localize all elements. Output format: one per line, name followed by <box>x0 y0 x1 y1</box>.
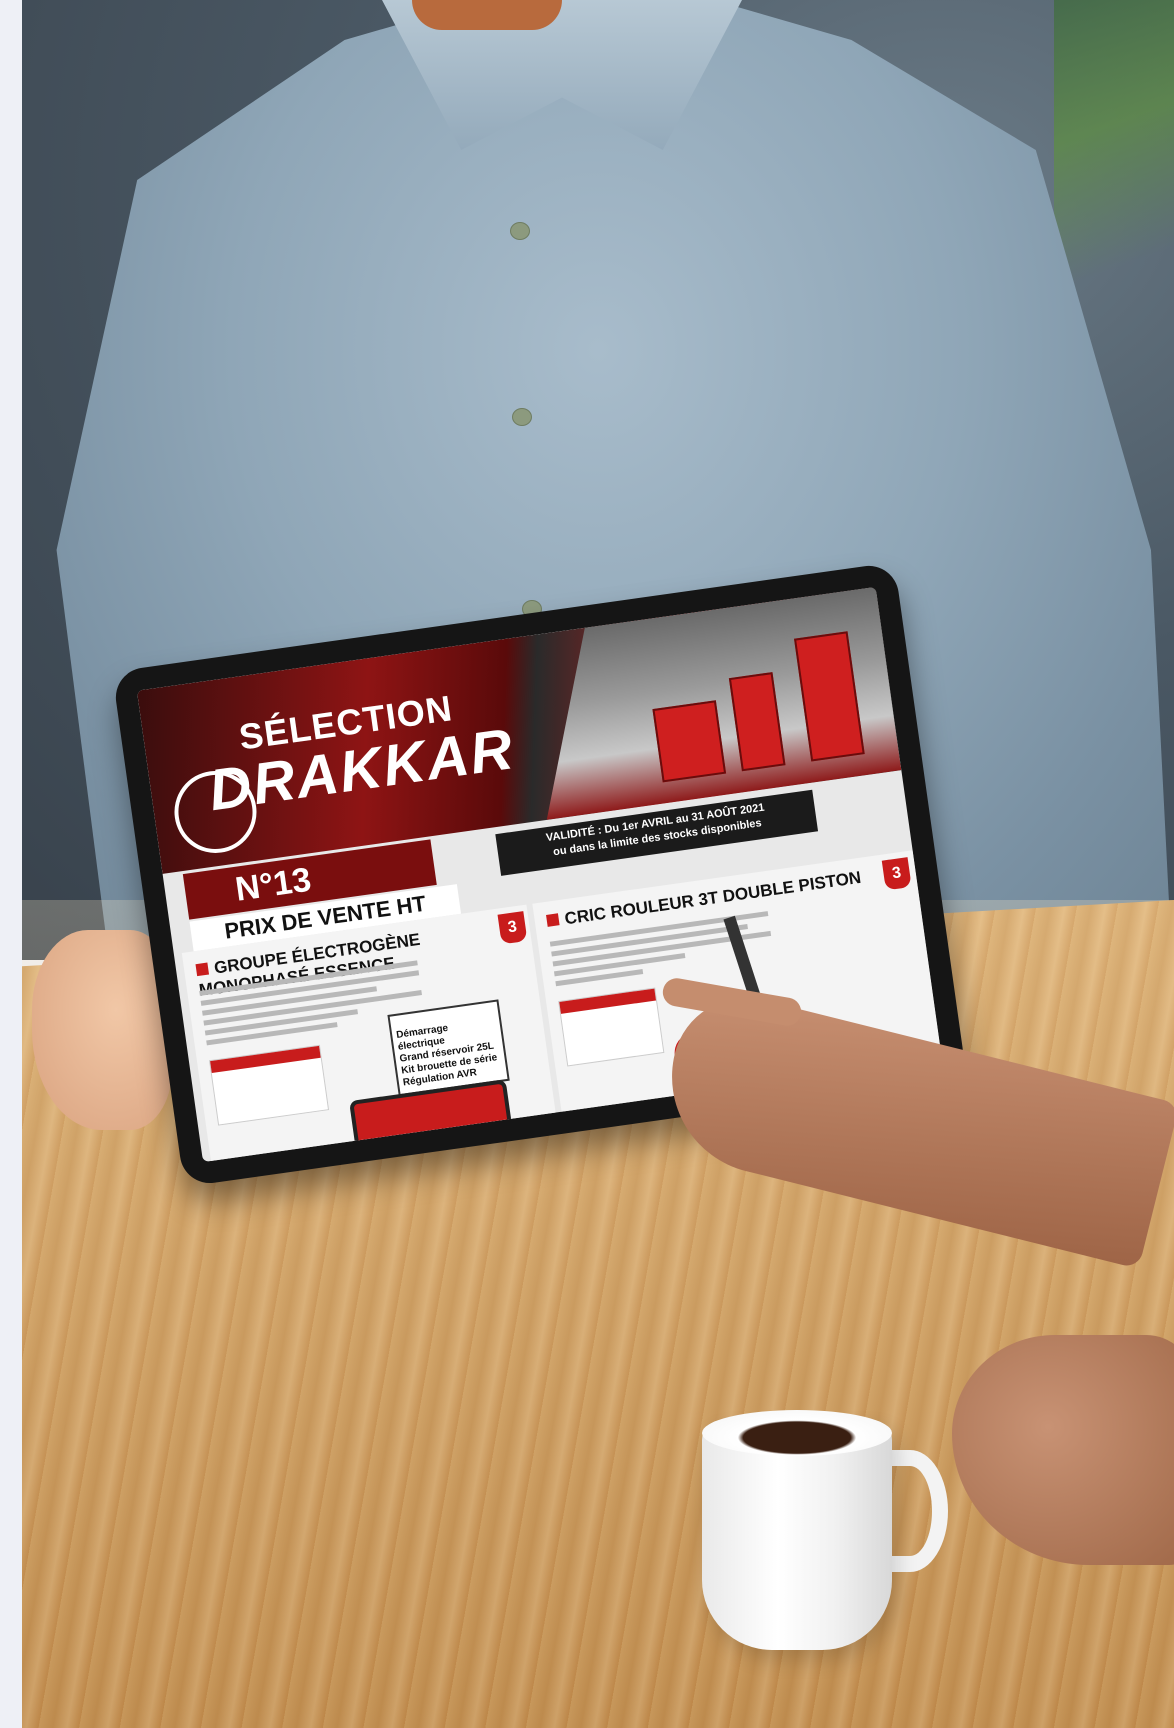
plant-leaves <box>1054 0 1174 320</box>
person-beard <box>412 0 562 30</box>
tool-cabinet <box>652 700 726 782</box>
tool-cabinet <box>794 631 865 761</box>
spec-table <box>208 1044 330 1126</box>
shirt-button <box>510 222 530 240</box>
spec-table <box>558 987 665 1067</box>
quantity-badge: 3 <box>497 911 528 945</box>
photo-scene: SÉLECTION DRAKKAR N°13 VALIDITÉ : Du 1er… <box>22 0 1174 1728</box>
left-hand <box>32 930 172 1130</box>
shirt-button <box>512 408 532 426</box>
tool-cabinet <box>729 672 786 771</box>
coffee-surface <box>702 1410 892 1456</box>
quantity-badge: 3 <box>881 857 912 891</box>
